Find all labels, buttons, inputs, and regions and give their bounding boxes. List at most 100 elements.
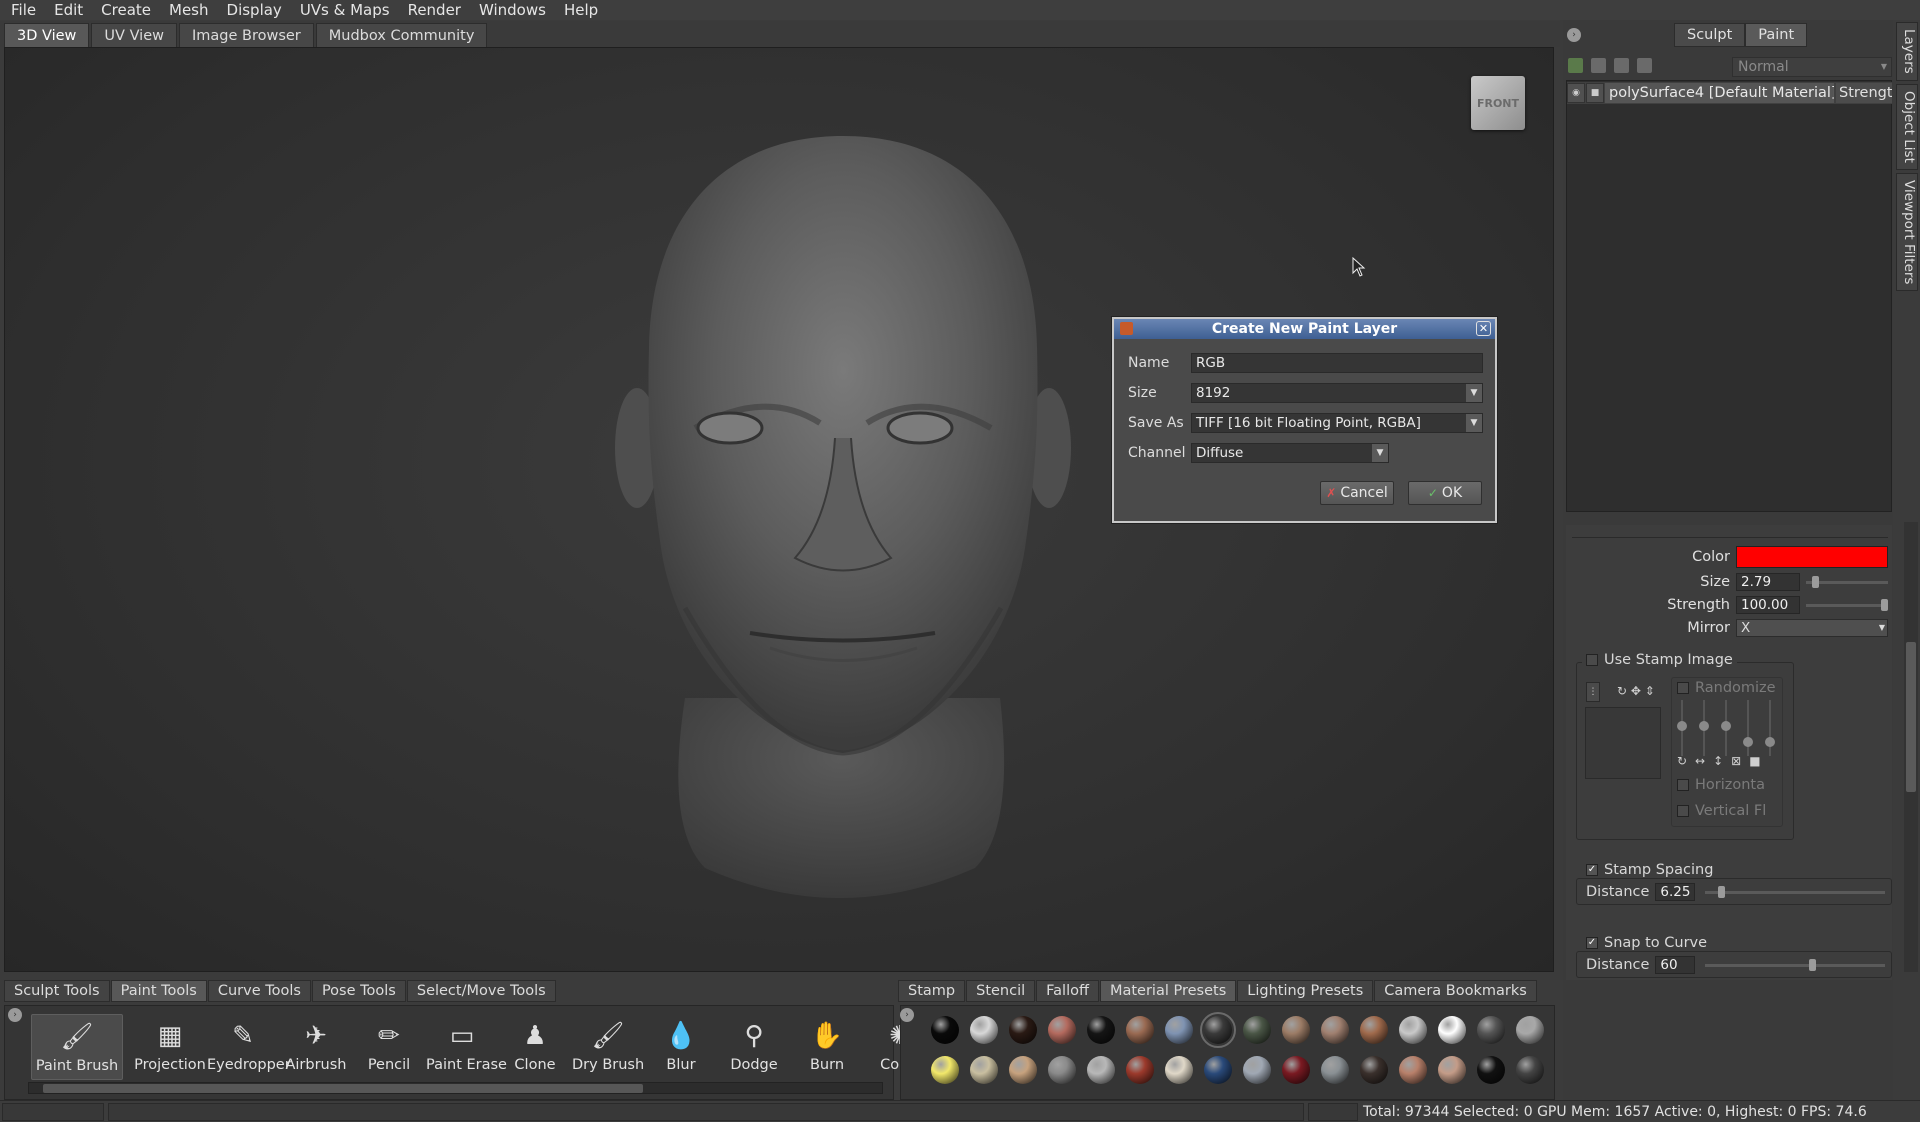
menu-windows[interactable]: Windows xyxy=(470,0,555,20)
tool-burn[interactable]: ✋ Burn xyxy=(791,1014,863,1080)
trash-icon[interactable] xyxy=(1637,58,1652,73)
lock-icon[interactable]: ■ xyxy=(1586,83,1604,103)
tool-dry-brush[interactable]: 🖌 Dry Brush xyxy=(572,1014,644,1080)
mirror-select[interactable]: X ▼ xyxy=(1736,619,1888,637)
tool-pencil[interactable]: ✏ Pencil xyxy=(353,1014,425,1080)
tab-stencil[interactable]: Stencil xyxy=(966,980,1036,1002)
material-preset-ball[interactable] xyxy=(970,1056,998,1084)
vertical-flip-checkbox[interactable] xyxy=(1677,805,1689,817)
material-preset-ball[interactable] xyxy=(1048,1056,1076,1084)
material-preset-ball[interactable] xyxy=(1516,1016,1544,1044)
stamp-distance-field[interactable]: 6.25 xyxy=(1655,883,1696,901)
dialog-title-bar[interactable]: Create New Paint Layer ✕ xyxy=(1114,319,1495,339)
tab-lighting-presets[interactable]: Lighting Presets xyxy=(1237,980,1374,1002)
tab-falloff[interactable]: Falloff xyxy=(1036,980,1099,1002)
snap-distance-field[interactable]: 60 xyxy=(1655,956,1696,974)
tool-tray-scrollbar[interactable] xyxy=(28,1082,883,1094)
material-preset-ball[interactable] xyxy=(1200,1012,1236,1048)
material-preset-ball[interactable] xyxy=(1282,1016,1310,1044)
tool-paint-erase[interactable]: ▭ Paint Erase xyxy=(426,1014,507,1080)
tab-sculpt-tools[interactable]: Sculpt Tools xyxy=(4,980,110,1002)
material-preset-ball[interactable] xyxy=(1399,1016,1427,1044)
menu-file[interactable]: File xyxy=(2,0,45,20)
material-preset-ball[interactable] xyxy=(970,1016,998,1044)
snap-curve-checkbox[interactable]: ✓ xyxy=(1586,937,1598,949)
strength-slider-knob[interactable] xyxy=(1881,598,1888,611)
cancel-button[interactable]: ✗ Cancel xyxy=(1320,481,1394,505)
tool-eyedropper[interactable]: ✎ Eyedropper xyxy=(207,1014,291,1080)
tab-material-presets[interactable]: Material Presets xyxy=(1099,980,1237,1002)
material-preset-ball[interactable] xyxy=(931,1016,959,1044)
tab-pose-tools[interactable]: Pose Tools xyxy=(311,980,406,1002)
stamp-menu-icon[interactable]: ⋮ xyxy=(1586,682,1600,702)
size-value-field[interactable]: 2.79 xyxy=(1736,573,1800,591)
material-preset-ball[interactable] xyxy=(1009,1056,1037,1084)
stamp-spacing-checkbox[interactable]: ✓ xyxy=(1586,864,1598,876)
stamp-distance-knob[interactable] xyxy=(1717,885,1725,898)
material-preset-ball[interactable] xyxy=(1126,1056,1154,1084)
color-swatch[interactable] xyxy=(1736,546,1888,568)
material-preset-ball[interactable] xyxy=(1360,1016,1388,1044)
strength-value-field[interactable]: 100.00 xyxy=(1736,596,1800,614)
collapse-panel-icon[interactable]: › xyxy=(1567,28,1581,42)
tool-clone[interactable]: ♟ Clone xyxy=(499,1014,571,1080)
stamp-rotate-icons[interactable]: ↻ ✥ ⇕ xyxy=(1617,684,1655,698)
stamp-distance-slider[interactable] xyxy=(1705,885,1886,898)
material-preset-ball[interactable] xyxy=(1087,1056,1115,1084)
material-preset-ball[interactable] xyxy=(1321,1016,1349,1044)
tab-uv-view[interactable]: UV View xyxy=(91,23,177,47)
tool-dodge[interactable]: ⚲ Dodge xyxy=(718,1014,790,1080)
tab-3d-view[interactable]: 3D View xyxy=(4,23,90,47)
saveas-select[interactable]: TIFF [16 bit Floating Point, RGBA] ▼ xyxy=(1191,413,1483,433)
material-preset-ball[interactable] xyxy=(1009,1016,1037,1044)
properties-scrollbar-thumb[interactable] xyxy=(1906,642,1916,792)
material-preset-ball[interactable] xyxy=(1360,1056,1388,1084)
material-preset-ball[interactable] xyxy=(1165,1016,1193,1044)
side-tab-object-list[interactable]: Object List xyxy=(1896,83,1918,170)
tab-curve-tools[interactable]: Curve Tools xyxy=(207,980,311,1002)
menu-uvs-maps[interactable]: UVs & Maps xyxy=(291,0,399,20)
collapse-tray-icon[interactable]: › xyxy=(8,1008,22,1022)
tool-tray-scrollbar-thumb[interactable] xyxy=(43,1084,643,1093)
tab-select-move-tools[interactable]: Select/Move Tools xyxy=(406,980,556,1002)
folder-icon[interactable] xyxy=(1614,58,1629,73)
side-tab-viewport-filters[interactable]: Viewport Filters xyxy=(1896,172,1918,292)
name-field[interactable]: RGB xyxy=(1191,353,1483,373)
ok-button[interactable]: ✓ OK xyxy=(1408,481,1482,505)
chevron-down-icon[interactable]: ▼ xyxy=(1466,414,1482,432)
collapse-material-tray-icon[interactable]: › xyxy=(900,1008,914,1022)
tab-stamp[interactable]: Stamp xyxy=(898,980,966,1002)
menu-mesh[interactable]: Mesh xyxy=(160,0,218,20)
eye-icon[interactable]: ◉ xyxy=(1567,83,1585,103)
tab-paint[interactable]: Paint xyxy=(1745,23,1808,47)
material-preset-ball[interactable] xyxy=(1165,1056,1193,1084)
randomize-sliders[interactable] xyxy=(1676,698,1780,758)
properties-scrollbar[interactable] xyxy=(1904,522,1918,972)
material-preset-ball[interactable] xyxy=(1516,1056,1544,1084)
material-preset-ball[interactable] xyxy=(1204,1056,1232,1084)
material-preset-ball[interactable] xyxy=(1438,1016,1466,1044)
horizontal-flip-checkbox[interactable] xyxy=(1677,779,1689,791)
tool-airbrush[interactable]: ✈ Airbrush xyxy=(280,1014,352,1080)
material-preset-ball[interactable] xyxy=(1243,1016,1271,1044)
material-preset-ball[interactable] xyxy=(1126,1016,1154,1044)
snap-distance-slider[interactable] xyxy=(1705,958,1886,971)
material-preset-ball[interactable] xyxy=(931,1056,959,1084)
material-preset-ball[interactable] xyxy=(1399,1056,1427,1084)
duplicate-layer-icon[interactable] xyxy=(1591,58,1606,73)
size-slider[interactable] xyxy=(1806,575,1888,588)
chevron-down-icon[interactable]: ▼ xyxy=(1372,444,1388,462)
layer-row[interactable]: ◉ ■ polySurface4 [Default Material] Stre… xyxy=(1567,82,1892,104)
menu-edit[interactable]: Edit xyxy=(45,0,92,20)
size-slider-knob[interactable] xyxy=(1812,575,1819,588)
material-preset-ball[interactable] xyxy=(1438,1056,1466,1084)
blend-mode-select[interactable]: Normal ▼ xyxy=(1732,57,1892,77)
side-tab-layers[interactable]: Layers xyxy=(1896,22,1918,81)
material-preset-ball[interactable] xyxy=(1048,1016,1076,1044)
chevron-down-icon[interactable]: ▼ xyxy=(1466,384,1482,402)
menu-create[interactable]: Create xyxy=(92,0,160,20)
stamp-transform-icons[interactable]: ↻↔↕⊠■ xyxy=(1677,754,1769,768)
viewcube[interactable]: FRONT xyxy=(1471,76,1525,130)
material-preset-ball[interactable] xyxy=(1321,1056,1349,1084)
size-select[interactable]: 8192 ▼ xyxy=(1191,383,1483,403)
